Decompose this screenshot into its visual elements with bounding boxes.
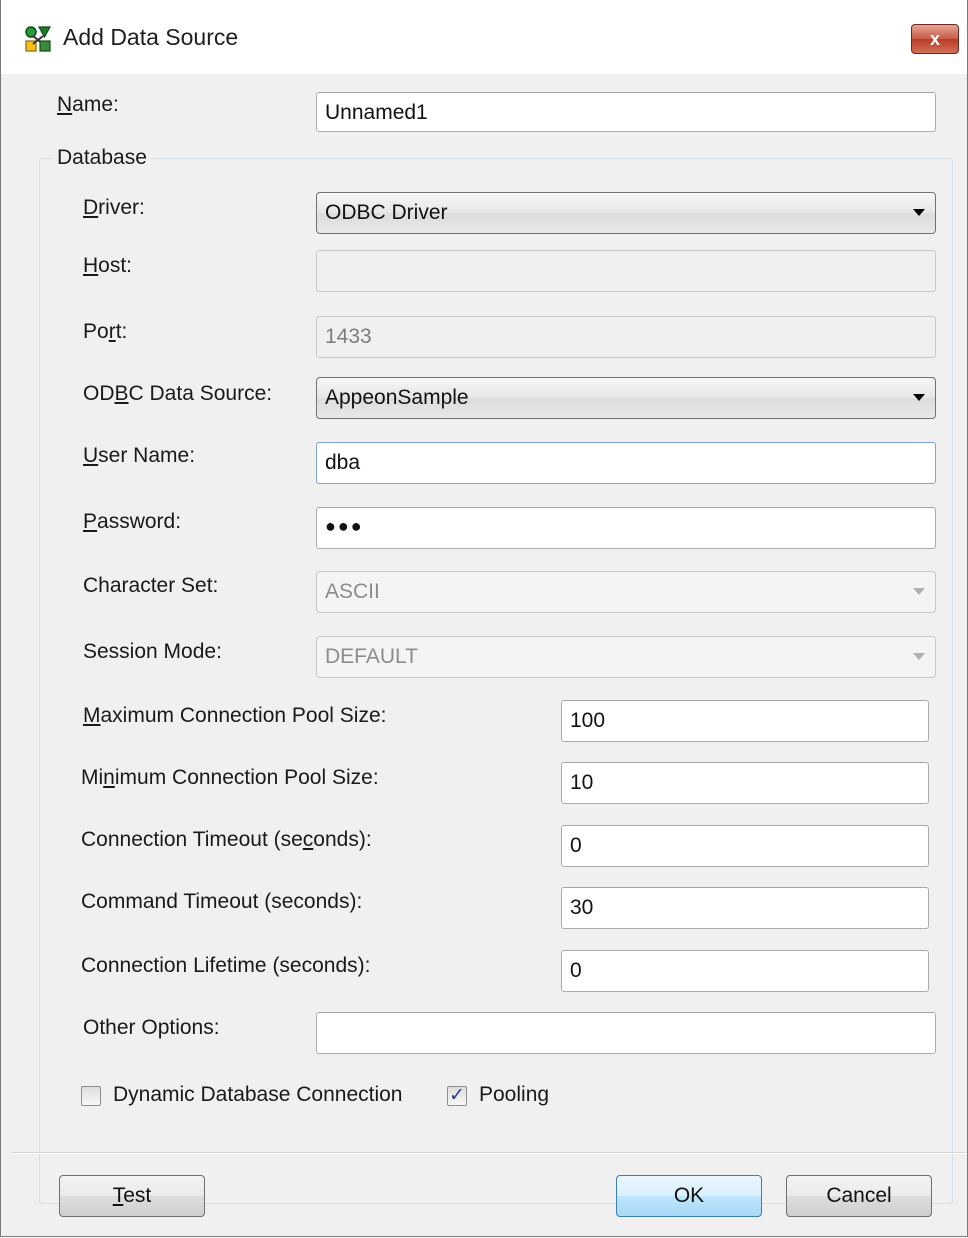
- session-mode-select[interactable]: DEFAULT: [316, 636, 936, 678]
- window-title: Add Data Source: [63, 24, 239, 50]
- connection-timeout-label: Connection Timeout (seconds):: [81, 828, 372, 851]
- odbc-data-source-select[interactable]: AppeonSample: [316, 377, 936, 419]
- odbc-data-source-label: ODBC Data Source:: [83, 382, 273, 405]
- connection-timeout-input[interactable]: 0: [561, 825, 929, 867]
- chevron-down-icon: [913, 209, 925, 216]
- cancel-button[interactable]: Cancel: [786, 1175, 932, 1217]
- character-set-select[interactable]: ASCII: [316, 571, 936, 613]
- connection-lifetime-label: Connection Lifetime (seconds):: [81, 954, 371, 977]
- port-input[interactable]: 1433: [316, 316, 936, 358]
- title-bar: Add Data Source x: [1, 0, 967, 74]
- pooling-checkbox[interactable]: ✓: [447, 1085, 467, 1106]
- password-label: Password:: [83, 510, 182, 533]
- command-timeout-input[interactable]: 30: [561, 887, 929, 929]
- session-mode-label: Session Mode:: [83, 640, 222, 663]
- max-pool-size-input[interactable]: 100: [561, 700, 929, 742]
- ok-button[interactable]: OK: [616, 1175, 762, 1217]
- character-set-label: Character Set:: [83, 574, 219, 597]
- chevron-down-icon: [913, 588, 925, 595]
- password-input[interactable]: ●●●: [316, 507, 936, 549]
- pooling-label: Pooling: [479, 1083, 550, 1106]
- session-selected-value: DEFAULT: [325, 645, 418, 668]
- dynamic-connection-label: Dynamic Database Connection: [113, 1083, 403, 1106]
- min-pool-size-label: Minimum Connection Pool Size:: [81, 766, 379, 789]
- button-separator: [11, 1152, 966, 1154]
- data-source-icon: [25, 26, 52, 52]
- name-label: Name:: [57, 93, 119, 116]
- chevron-down-icon: [913, 394, 925, 401]
- driver-selected-value: ODBC Driver: [325, 201, 448, 224]
- other-options-label: Other Options:: [83, 1016, 220, 1039]
- close-icon: x: [929, 29, 940, 49]
- host-input[interactable]: [316, 250, 936, 292]
- add-data-source-dialog: Add Data Source x Name: Unnamed1 Databas…: [0, 0, 968, 1237]
- dialog-body: Name: Unnamed1 Database Driver: ODBC Dri…: [11, 74, 966, 1236]
- close-button[interactable]: x: [911, 24, 959, 54]
- host-label: Host:: [83, 254, 133, 277]
- database-group-title: Database: [53, 146, 151, 170]
- driver-select[interactable]: ODBC Driver: [316, 192, 936, 234]
- connection-lifetime-input[interactable]: 0: [561, 950, 929, 992]
- charset-selected-value: ASCII: [325, 580, 380, 603]
- max-pool-size-label: Maximum Connection Pool Size:: [83, 704, 387, 727]
- driver-label: Driver:: [83, 196, 145, 219]
- port-label: Port:: [83, 320, 128, 343]
- chevron-down-icon: [913, 653, 925, 660]
- min-pool-size-input[interactable]: 10: [561, 762, 929, 804]
- name-input[interactable]: Unnamed1: [316, 92, 936, 132]
- checkmark-icon: ✓: [449, 1085, 465, 1106]
- user-name-label: User Name:: [83, 444, 196, 467]
- other-options-input[interactable]: [316, 1012, 936, 1054]
- user-name-input[interactable]: dba: [316, 442, 936, 484]
- test-button[interactable]: Test: [59, 1175, 205, 1217]
- dynamic-connection-checkbox[interactable]: [81, 1086, 101, 1106]
- command-timeout-label: Command Timeout (seconds):: [81, 890, 363, 913]
- odbc-selected-value: AppeonSample: [325, 386, 469, 409]
